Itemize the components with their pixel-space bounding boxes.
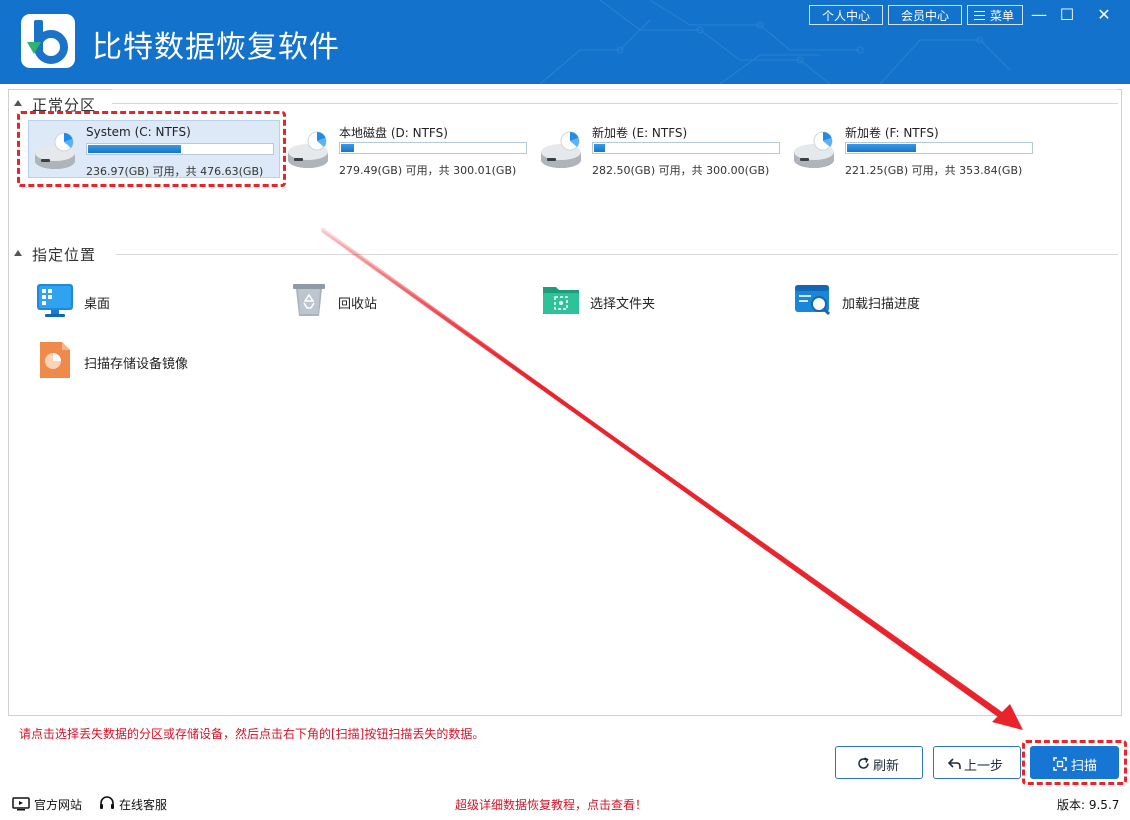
tutorial-link[interactable]: 超级详细数据恢复教程，点击查看！ — [455, 796, 647, 813]
back-label: 上一步 — [964, 759, 1004, 774]
annotation-arrow — [321, 228, 1023, 730]
headset-icon — [100, 796, 114, 809]
official-website-link[interactable]: 官方网站 — [34, 796, 82, 813]
refresh-icon — [858, 757, 869, 769]
version-label: 版本: 9.5.7 — [1057, 798, 1120, 812]
monitor-icon — [12, 797, 30, 811]
footer-bar: 官方网站 在线客服 超级详细数据恢复教程，点击查看！ 版本: 9.5.7 — [0, 790, 1130, 820]
scan-icon — [1053, 757, 1067, 771]
instruction-hint: 请点击选择丢失数据的分区或存储设备，然后点击右下角的[扫描]按钮扫描丢失的数据。 — [19, 727, 485, 741]
refresh-label: 刷新 — [873, 759, 900, 774]
scan-label: 扫描 — [1071, 759, 1098, 774]
back-button[interactable]: 上一步 — [933, 746, 1021, 779]
scan-button[interactable]: 扫描 — [1030, 746, 1119, 779]
online-support-link[interactable]: 在线客服 — [119, 796, 167, 813]
back-arrow-icon — [948, 758, 961, 769]
refresh-button[interactable]: 刷新 — [835, 746, 923, 779]
